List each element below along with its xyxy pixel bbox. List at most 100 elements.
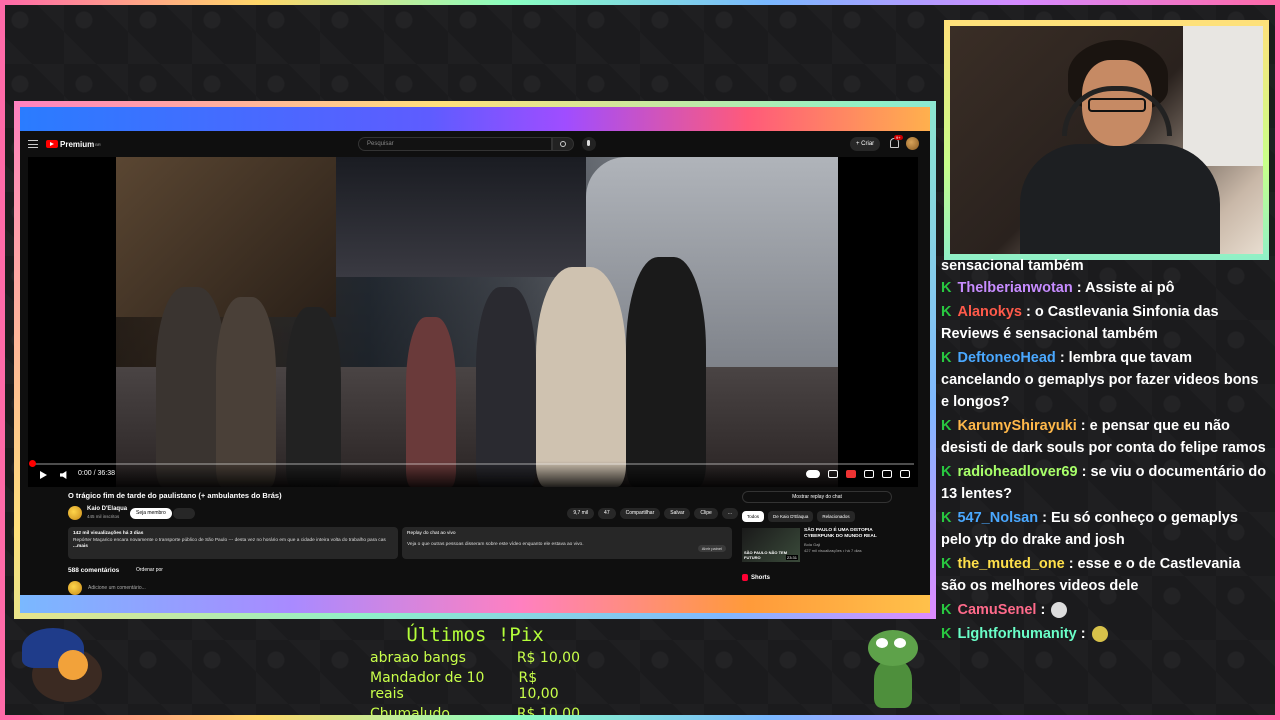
progress-bar[interactable] <box>29 460 914 467</box>
save-button[interactable]: Salvar <box>664 508 691 519</box>
search-input[interactable]: Pesquisar <box>358 137 552 151</box>
pix-row: Chumaludo R$ 10,00 <box>370 706 580 720</box>
video-scene-building <box>116 157 336 317</box>
chat-message: Kthe_muted_one : esse e o de Castlevania… <box>941 553 1269 597</box>
menu-icon[interactable] <box>28 140 38 148</box>
video-scene-person <box>216 297 276 487</box>
chat-username[interactable]: DeftoneoHead <box>957 350 1055 366</box>
subtitles-icon[interactable] <box>828 470 838 478</box>
stream-chat: sensacional também K Thelberianwotan : As… <box>941 255 1269 647</box>
chat-text: : <box>1040 602 1046 618</box>
kick-badge-icon: K <box>941 626 952 642</box>
kick-badge-icon: K <box>941 556 952 572</box>
like-button[interactable]: 9,7 mil <box>567 508 595 519</box>
video-scene-person <box>286 307 341 487</box>
frog-eye <box>876 638 888 648</box>
recommended-views: 427 mil visualizações • há 7 dias <box>804 547 862 553</box>
video-actions: 9,7 mil 47 Compartilhar Salvar Clipe ... <box>567 508 738 519</box>
chat-username[interactable]: KarumyShirayuki <box>957 418 1076 434</box>
video-title: O trágico fim de tarde do paulistano (+ … <box>68 491 282 500</box>
chip-all[interactable]: Todos <box>742 511 765 522</box>
video-details: O trágico fim de tarde do paulistano (+ … <box>68 491 738 595</box>
chat-username[interactable]: Thelberianwotan <box>957 280 1072 296</box>
chat-username[interactable]: 547_Nolsan <box>957 510 1038 526</box>
recommended-thumbnail[interactable]: SÃO PAULO NÃO TEM FUTURO 23:31 <box>742 528 800 562</box>
webcam-wall <box>1183 26 1263 166</box>
search-icon <box>560 141 566 147</box>
chip-related[interactable]: Relacionados <box>817 511 855 522</box>
description-stats: 142 mil visualizações há 3 dias <box>73 531 144 536</box>
kick-badge-icon: K <box>941 280 952 296</box>
channel-avatar[interactable] <box>68 506 82 520</box>
join-button[interactable]: Seja membro <box>130 508 172 519</box>
kick-badge-icon: K <box>941 350 952 366</box>
fullscreen-icon[interactable] <box>900 470 910 478</box>
settings-icon[interactable] <box>846 470 856 478</box>
miniplayer-icon[interactable] <box>864 470 874 478</box>
mascot-face <box>58 650 88 680</box>
screen-capture-frame: Premium BR Pesquisar + Criar 9+ 0:00 / 3… <box>14 101 936 619</box>
autoplay-toggle[interactable] <box>806 470 820 478</box>
webcam-frame <box>944 20 1269 260</box>
chat-emote-icon <box>1051 602 1068 619</box>
more-actions-button[interactable]: ... <box>721 508 738 519</box>
progress-scrubber[interactable] <box>29 460 36 467</box>
youtube-header: Premium BR Pesquisar + Criar 9+ <box>20 131 930 157</box>
account-avatar[interactable] <box>906 137 919 150</box>
shorts-heading: Shorts <box>742 574 892 581</box>
description-more-link[interactable]: ...mais <box>73 544 88 549</box>
recommended-video[interactable]: SÃO PAULO NÃO TEM FUTURO 23:31 SÃO PAULO… <box>742 528 892 564</box>
kick-badge-icon: K <box>941 418 952 434</box>
mascot-character <box>22 628 102 702</box>
pix-row: abraao bangs R$ 10,00 <box>370 650 580 666</box>
share-button[interactable]: Compartilhar <box>619 508 661 519</box>
chat-username[interactable]: CamuSenel <box>957 602 1036 618</box>
play-icon[interactable] <box>40 471 47 479</box>
pix-donor: abraao bangs <box>370 650 466 666</box>
chat-replay-title: Replay do chat ao vivo <box>407 531 456 536</box>
sort-comments-button[interactable]: Ordenar por <box>136 567 163 573</box>
add-comment-input[interactable]: Adicione um comentário... <box>88 585 146 591</box>
chat-message-list: K Thelberianwotan : Assiste ai pô K Alanoky… <box>941 277 1269 645</box>
chat-username[interactable]: Lightforhumanity <box>957 626 1076 642</box>
chat-message: K DeftoneoHead : lembra que tavam cancela… <box>941 347 1269 413</box>
show-chat-replay-button[interactable]: Mostrar replay do chat <box>742 491 892 503</box>
capture-top-bar <box>20 107 930 131</box>
video-duration: 23:31 <box>785 555 798 560</box>
clip-button[interactable]: Clipe <box>694 508 718 519</box>
notification-count-badge: 9+ <box>894 135 903 140</box>
pix-amount: R$ 10,00 <box>516 650 580 666</box>
channel-name[interactable]: Kaio D'Elaqua <box>87 506 127 512</box>
youtube-logo-icon[interactable] <box>46 140 58 148</box>
chat-message: K KarumyShirayuki : e pensar que eu não d… <box>941 415 1269 459</box>
mic-icon[interactable] <box>582 137 596 151</box>
commenter-avatar <box>68 581 82 595</box>
streamer-body <box>1020 144 1220 254</box>
dislike-button[interactable]: 47 <box>598 508 616 519</box>
chat-text: : <box>1080 626 1086 642</box>
recommended-title[interactable]: SÃO PAULO É UMA DISTOPIA CYBERPUNK DO MU… <box>804 528 884 540</box>
brand-country: BR <box>95 141 101 147</box>
youtube-brand[interactable]: Premium <box>60 140 94 149</box>
theater-mode-icon[interactable] <box>882 470 892 478</box>
create-button[interactable]: + Criar <box>850 137 881 151</box>
video-frame[interactable] <box>116 157 838 487</box>
chat-username[interactable]: Alanokys <box>957 304 1021 320</box>
chip-from-channel[interactable]: De Kaio D'Elaqua <box>768 511 814 522</box>
pix-row: Mandador de 10 reais R$ 10,00 <box>370 670 580 702</box>
pix-amount: R$ 10,00 <box>516 706 580 720</box>
filter-chips: Todos De Kaio D'Elaqua Relacionados <box>742 511 892 522</box>
pix-donor: Mandador de 10 reais <box>370 670 485 702</box>
time-display: 0:00 / 36:38 <box>78 470 115 477</box>
chat-username[interactable]: the_muted_one <box>957 556 1064 572</box>
chat-username[interactable]: radioheadlover69 <box>957 464 1077 480</box>
frog-body <box>874 660 912 708</box>
open-panel-button[interactable]: Abrir painel <box>697 545 726 552</box>
description-box[interactable]: 142 mil visualizações há 3 dias Repórter… <box>68 527 398 559</box>
video-player[interactable]: 0:00 / 36:38 <box>28 157 918 487</box>
recommended-meta: Bola Gaji 427 mil visualizações • há 7 d… <box>804 542 862 553</box>
subscription-bell-icon[interactable] <box>173 508 195 519</box>
channel-subscribers: 445 mil inscritos <box>87 514 120 519</box>
search-button[interactable] <box>552 137 574 151</box>
volume-icon[interactable] <box>60 471 67 479</box>
